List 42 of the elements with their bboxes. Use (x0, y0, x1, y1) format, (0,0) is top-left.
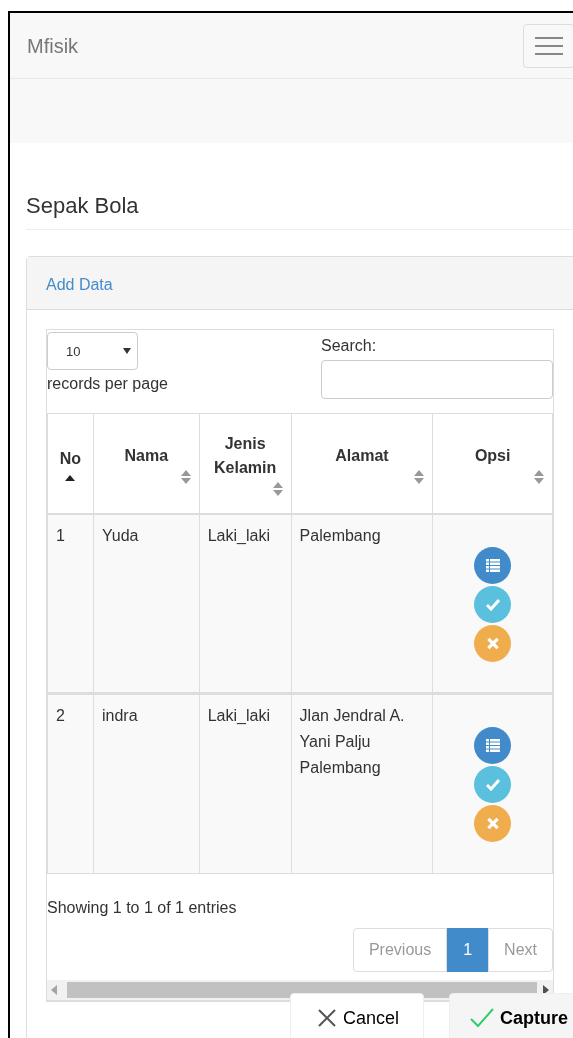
search-field[interactable] (321, 360, 553, 400)
delete-button[interactable] (474, 805, 512, 843)
delete-button[interactable] (474, 624, 512, 662)
table-cell: indra (93, 693, 200, 874)
table-cell: Laki_laki (199, 693, 292, 874)
table-cell: Yuda (93, 513, 200, 694)
entries-info: Showing 1 to 1 of 1 entries (47, 898, 238, 919)
scroll-left-icon[interactable] (51, 985, 57, 996)
capture-button[interactable]: Capture (449, 993, 573, 1038)
cancel-button[interactable]: Cancel (290, 993, 425, 1038)
table-cell: Laki_laki (199, 513, 292, 694)
table-cell: Jlan Jendral A. Yani Palju Palembang (291, 693, 433, 874)
column-header[interactable]: Opsi (432, 413, 553, 514)
search-label: Search: (321, 336, 378, 357)
column-header[interactable]: Jenis Kelamin (199, 413, 292, 514)
checkmark-icon (485, 597, 500, 611)
view-button[interactable] (474, 727, 512, 765)
dropdown-caret-icon (123, 347, 131, 356)
checkmark-icon (485, 778, 500, 792)
length-select[interactable]: 10 (47, 332, 138, 371)
navbar-brand[interactable]: Mfisik (27, 30, 79, 61)
table-cell: Palembang (291, 513, 433, 694)
menu-icon (535, 35, 563, 56)
view-button[interactable] (474, 546, 512, 584)
cross-icon (485, 817, 500, 831)
close-icon (317, 1008, 337, 1028)
list-icon (485, 739, 500, 753)
cross-icon (485, 636, 500, 650)
length-label: records per page (47, 374, 168, 395)
table-cell: 1 (47, 513, 94, 694)
column-header[interactable]: No (47, 413, 94, 514)
page-title: Sepak Bola (26, 193, 573, 231)
pagination-button[interactable]: 1 (447, 928, 489, 973)
menu-button[interactable] (523, 23, 573, 68)
list-icon (485, 558, 500, 572)
scroll-right-icon[interactable] (543, 985, 549, 996)
checkmark-icon (470, 1008, 495, 1028)
column-header[interactable]: Alamat (291, 413, 433, 514)
approve-button[interactable] (474, 585, 512, 623)
approve-button[interactable] (474, 766, 512, 804)
column-header[interactable]: Nama (93, 413, 200, 514)
table-cell: 2 (47, 693, 94, 874)
